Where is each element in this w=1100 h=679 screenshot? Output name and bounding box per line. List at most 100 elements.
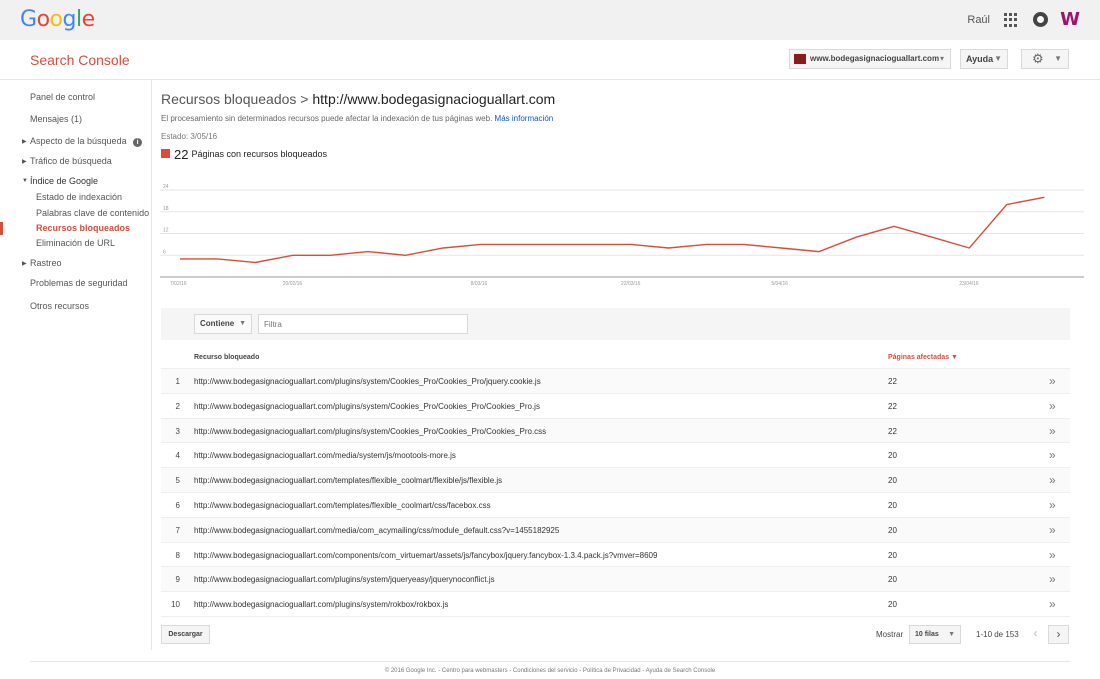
affected-pages-count: 22 [888,426,897,436]
table-row[interactable]: 1 http://www.bodegasignacioguallart.com/p… [161,369,1070,394]
table-row[interactable]: 8 http://www.bodegasignacioguallart.com/c… [161,543,1070,568]
sidebar-item-dashboard[interactable]: Panel de control [30,92,95,102]
page-range: 1-10 de 153 [976,630,1019,639]
more-info-link[interactable]: Más información [495,114,554,123]
table-row[interactable]: 9 http://www.bodegasignacioguallart.com/p… [161,567,1070,593]
table-row[interactable]: 3 http://www.bodegasignacioguallart.com/p… [161,418,1070,444]
table-row[interactable]: 2 http://www.bodegasignacioguallart.com/p… [161,394,1070,419]
resource-url[interactable]: http://www.bodegasignacioguallart.com/me… [194,526,559,535]
product-title[interactable]: Search Console [30,52,130,68]
double-chevron-right-icon[interactable]: » [1049,448,1056,462]
sidebar-item-content-keywords[interactable]: Palabras clave de contenido [36,208,149,218]
double-chevron-right-icon[interactable]: » [1049,572,1056,586]
filter-mode-label: Contiene [200,319,235,328]
resource-url[interactable]: http://www.bodegasignacioguallart.com/te… [194,476,502,485]
expand-arrow-icon: ▶ [22,159,27,165]
affected-pages-count: 20 [888,525,897,535]
sidebar-item-crawl[interactable]: ▶ Rastreo [22,258,62,268]
help-label: Ayuda [966,54,994,64]
user-name[interactable]: Raúl [967,14,990,26]
double-chevron-right-icon[interactable]: » [1049,424,1056,438]
resource-url[interactable]: http://www.bodegasignacioguallart.com/pl… [194,427,546,436]
resource-url[interactable]: http://www.bodegasignacioguallart.com/pl… [194,575,495,584]
legend-count: 22 [174,147,189,162]
double-chevron-right-icon[interactable]: » [1049,374,1056,388]
row-number: 1 [175,377,180,386]
chart-legend[interactable]: 22 Páginas con recursos bloqueados [161,147,327,162]
sidebar-item-blocked-resources[interactable]: Recursos bloqueados [36,223,130,233]
resource-url[interactable]: http://www.bodegasignacioguallart.com/co… [194,551,657,560]
site-favicon-icon [794,54,806,64]
sidebar-item-remove-urls[interactable]: Eliminación de URL [36,238,115,248]
chevron-down-icon: ▼ [239,320,246,327]
show-label: Mostrar [876,630,904,639]
rows-per-page-select[interactable]: 10 filas ▼ [909,625,961,644]
sidebar-item-google-index[interactable]: ▼ Índice de Google [22,176,99,186]
affected-pages-count: 22 [888,401,897,411]
sidebar-item-label: Tráfico de búsqueda [30,156,112,166]
resource-url[interactable]: http://www.bodegasignacioguallart.com/pl… [194,377,541,386]
previous-page-button[interactable]: ‹ [1025,625,1046,644]
column-header-resource[interactable]: Recurso bloqueado [194,354,259,361]
sidebar-item-security-issues[interactable]: Problemas de seguridad [30,278,128,288]
chevron-left-icon: ‹ [1033,626,1038,640]
sidebar-item-label: Aspecto de la búsqueda [30,136,127,146]
resource-url[interactable]: http://www.bodegasignacioguallart.com/pl… [194,600,448,609]
page-title-url: http://www.bodegasignacioguallart.com [312,91,556,107]
footer[interactable]: © 2016 Google Inc. - Centro para webmast… [0,668,1100,674]
blocked-pages-chart[interactable]: 6 12 18 24 7/02/16 20/02/16 8/03/16 22/03/16 5/… [160,182,1084,290]
apps-icon[interactable] [1004,13,1018,27]
row-number: 9 [175,575,180,585]
table-row[interactable]: 10 http://www.bodegasignacioguallart.com/… [161,592,1070,617]
x-tick-label: 22/03/16 [621,281,641,287]
sidebar-item-index-status[interactable]: Estado de indexación [36,192,122,202]
x-tick-label: 7/02/16 [170,281,187,287]
column-header-pages[interactable]: Páginas afectadas ▼ [888,354,958,361]
google-logo[interactable]: Google [20,7,95,32]
download-button[interactable]: Descargar [161,625,210,644]
description-text: El procesamiento sin determinados recurs… [161,114,493,123]
double-chevron-right-icon[interactable]: » [1049,473,1056,487]
table-row[interactable]: 4 http://www.bodegasignacioguallart.com/m… [161,443,1070,469]
legend-swatch [161,149,170,158]
footer-divider [30,661,1070,662]
page-title-prefix: Recursos bloqueados > [161,91,313,107]
sidebar-item-search-appearance[interactable]: ▶ Aspecto de la búsqueda i [22,136,143,147]
table-row[interactable]: 7 http://www.bodegasignacioguallart.com/m… [161,517,1070,543]
double-chevron-right-icon[interactable]: » [1049,498,1056,512]
x-tick-label: 5/04/16 [771,281,788,287]
resource-url[interactable]: http://www.bodegasignacioguallart.com/me… [194,451,456,460]
brand-icon[interactable]: W [1060,9,1080,30]
filter-input[interactable] [258,314,468,334]
status-date: Estado: 3/05/16 [161,132,218,141]
double-chevron-right-icon[interactable]: » [1049,548,1056,562]
table-row[interactable]: 5 http://www.bodegasignacioguallart.com/t… [161,468,1070,493]
y-tick-label: 12 [163,228,169,234]
row-number: 2 [175,401,180,411]
sidebar-item-messages[interactable]: Mensajes (1) [30,114,82,124]
notifications-icon[interactable] [1033,12,1048,27]
sidebar-item-other-resources[interactable]: Otros recursos [30,301,89,311]
sidebar: Panel de control Mensajes (1) ▶ Aspecto … [0,80,152,650]
gear-icon: ⚙ [1032,51,1044,66]
double-chevron-right-icon[interactable]: » [1049,523,1056,537]
legend-label: Páginas con recursos bloqueados [191,149,328,159]
help-button[interactable]: Ayuda ▼ [960,49,1008,69]
site-selector[interactable]: www.bodegasignacioguallart.com ▾ [789,49,951,69]
filter-mode-select[interactable]: Contiene ▼ [194,314,252,334]
affected-pages-count: 20 [888,476,897,486]
info-icon[interactable]: i [133,138,143,147]
affected-pages-count: 22 [888,377,897,386]
table-row[interactable]: 6 http://www.bodegasignacioguallart.com/t… [161,493,1070,518]
filter-bar: Contiene ▼ [161,308,1070,340]
sidebar-item-search-traffic[interactable]: ▶ Tráfico de búsqueda [22,156,112,166]
double-chevron-right-icon[interactable]: » [1049,399,1056,413]
sidebar-item-label: Índice de Google [30,176,99,186]
affected-pages-count: 20 [888,600,897,610]
double-chevron-right-icon[interactable]: » [1049,597,1056,611]
next-page-button[interactable]: › [1048,625,1069,644]
resource-url[interactable]: http://www.bodegasignacioguallart.com/pl… [194,402,540,411]
settings-button[interactable]: ⚙ ▼ [1021,49,1069,69]
resource-url[interactable]: http://www.bodegasignacioguallart.com/te… [194,501,491,510]
collapse-arrow-icon: ▼ [22,178,28,184]
